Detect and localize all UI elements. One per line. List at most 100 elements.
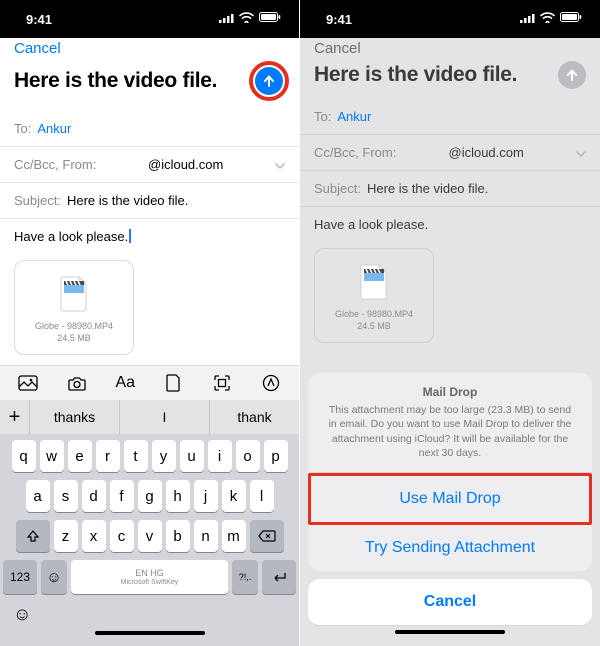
message-body[interactable]: Have a look please. bbox=[0, 219, 299, 250]
key-s[interactable]: s bbox=[54, 480, 78, 512]
key-x[interactable]: x bbox=[82, 520, 106, 552]
ccbcc-field[interactable]: Cc/Bcc, From: @icloud.com bbox=[0, 147, 299, 183]
send-button-disabled bbox=[558, 61, 586, 89]
use-mail-drop-highlight: Use Mail Drop bbox=[308, 473, 592, 525]
body-text: Have a look please. bbox=[14, 229, 128, 244]
subject-field[interactable]: Subject: Here is the video file. bbox=[0, 183, 299, 219]
phone-right-maildrop: 9:41 Cancel Here is the video file. To: … bbox=[300, 0, 600, 646]
suggestion-word[interactable]: thanks bbox=[30, 400, 120, 434]
key-o[interactable]: o bbox=[236, 440, 260, 472]
suggestion-word[interactable]: thank bbox=[210, 400, 299, 434]
key-j[interactable]: j bbox=[194, 480, 218, 512]
action-sheet-description: Mail Drop This attachment may be too lar… bbox=[308, 373, 592, 473]
attachment-size: 24.5 MB bbox=[323, 321, 425, 333]
scan-icon[interactable] bbox=[211, 372, 233, 394]
suggestion-plus[interactable]: + bbox=[0, 400, 30, 434]
backspace-key[interactable] bbox=[250, 520, 284, 552]
emoji-key[interactable]: ☺ bbox=[41, 560, 67, 594]
key-z[interactable]: z bbox=[54, 520, 78, 552]
keyboard-row-3-letters: zxcvbnm bbox=[54, 520, 246, 552]
key-n[interactable]: n bbox=[194, 520, 218, 552]
ccbcc-label: Cc/Bcc, From: bbox=[14, 157, 96, 172]
home-indicator[interactable] bbox=[395, 630, 505, 634]
key-h[interactable]: h bbox=[166, 480, 190, 512]
chevron-down-icon bbox=[576, 145, 586, 160]
battery-icon bbox=[259, 12, 281, 23]
video-file-icon bbox=[359, 263, 389, 301]
markup-icon[interactable] bbox=[260, 372, 282, 394]
key-b[interactable]: b bbox=[166, 520, 190, 552]
try-sending-attachment-button[interactable]: Try Sending Attachment bbox=[308, 525, 592, 571]
camera-icon[interactable] bbox=[66, 372, 88, 394]
key-m[interactable]: m bbox=[222, 520, 246, 552]
to-value: Ankur bbox=[37, 121, 71, 136]
subject-value: Here is the video file. bbox=[367, 181, 488, 196]
status-time: 9:41 bbox=[26, 12, 52, 27]
action-sheet-cancel-button[interactable]: Cancel bbox=[308, 579, 592, 626]
phone-left-compose: 9:41 Cancel Here is the video file. To: … bbox=[0, 0, 300, 646]
key-p[interactable]: p bbox=[264, 440, 288, 472]
key-u[interactable]: u bbox=[180, 440, 204, 472]
chevron-down-icon bbox=[275, 157, 285, 172]
attachment-name: Globe - 98980.MP4 bbox=[323, 309, 425, 321]
wifi-icon bbox=[540, 12, 555, 23]
status-bar: 9:41 bbox=[300, 0, 600, 38]
space-key[interactable]: EN HG Microsoft SwiftKey bbox=[71, 560, 228, 594]
photo-library-icon[interactable] bbox=[17, 372, 39, 394]
subject-value: Here is the video file. bbox=[67, 193, 188, 208]
numeric-key[interactable]: 123 bbox=[3, 560, 37, 594]
key-w[interactable]: w bbox=[40, 440, 64, 472]
use-mail-drop-button[interactable]: Use Mail Drop bbox=[311, 476, 589, 522]
send-button[interactable] bbox=[255, 67, 283, 95]
ccbcc-field: Cc/Bcc, From: @icloud.com bbox=[300, 135, 600, 171]
send-button-highlight bbox=[249, 61, 289, 101]
status-icons bbox=[219, 12, 281, 23]
text-format-icon[interactable]: Aa bbox=[114, 372, 136, 394]
to-field[interactable]: To: Ankur bbox=[0, 111, 299, 147]
keyboard: qwertyuiop asdfghjkl zxcvbnm 123 ☺ EN HG… bbox=[0, 434, 299, 646]
attachment-card[interactable]: Globe - 98980.MP4 24.5 MB bbox=[14, 260, 134, 355]
key-r[interactable]: r bbox=[96, 440, 120, 472]
keyboard-suggestions: + thanks I thank bbox=[0, 400, 299, 434]
key-l[interactable]: l bbox=[250, 480, 274, 512]
key-i[interactable]: i bbox=[208, 440, 232, 472]
suggestion-word[interactable]: I bbox=[120, 400, 210, 434]
keyboard-row-2: asdfghjkl bbox=[3, 480, 296, 512]
key-d[interactable]: d bbox=[82, 480, 106, 512]
key-f[interactable]: f bbox=[110, 480, 134, 512]
key-v[interactable]: v bbox=[138, 520, 162, 552]
key-q[interactable]: q bbox=[12, 440, 36, 472]
subject-label: Subject: bbox=[14, 193, 61, 208]
key-e[interactable]: e bbox=[68, 440, 92, 472]
key-y[interactable]: y bbox=[152, 440, 176, 472]
compose-sheet-dimmed: Cancel Here is the video file. To: Ankur… bbox=[300, 30, 600, 646]
attachment-name: Globe - 98980.MP4 bbox=[23, 321, 125, 333]
subject-label: Subject: bbox=[314, 181, 361, 196]
status-bar: 9:41 bbox=[0, 0, 299, 38]
arrow-up-icon bbox=[262, 74, 276, 88]
attachment-card: Globe - 98980.MP4 24.5 MB bbox=[314, 248, 434, 343]
status-icons bbox=[520, 12, 582, 23]
key-k[interactable]: k bbox=[222, 480, 246, 512]
status-time: 9:41 bbox=[326, 12, 352, 27]
keyboard-row-3: zxcvbnm bbox=[3, 520, 296, 552]
to-value: Ankur bbox=[337, 109, 371, 124]
emoji-picker-icon[interactable]: ☺ bbox=[13, 604, 31, 625]
arrow-up-icon bbox=[565, 68, 579, 82]
subject-field: Subject: Here is the video file. bbox=[300, 171, 600, 207]
shift-key[interactable] bbox=[16, 520, 50, 552]
punct-key[interactable]: ?!,. bbox=[232, 560, 258, 594]
keyboard-toolbar: Aa bbox=[0, 365, 299, 400]
key-g[interactable]: g bbox=[138, 480, 162, 512]
message-body: Have a look please. bbox=[300, 207, 600, 238]
cellular-signal-icon bbox=[520, 13, 535, 23]
compose-title: Here is the video file. bbox=[14, 69, 217, 93]
key-a[interactable]: a bbox=[26, 480, 50, 512]
cancel-button[interactable]: Cancel bbox=[14, 40, 61, 57]
key-t[interactable]: t bbox=[124, 440, 148, 472]
document-icon[interactable] bbox=[163, 372, 185, 394]
to-label: To: bbox=[14, 121, 31, 136]
key-c[interactable]: c bbox=[110, 520, 134, 552]
home-indicator[interactable] bbox=[95, 631, 205, 635]
return-key[interactable] bbox=[262, 560, 296, 594]
